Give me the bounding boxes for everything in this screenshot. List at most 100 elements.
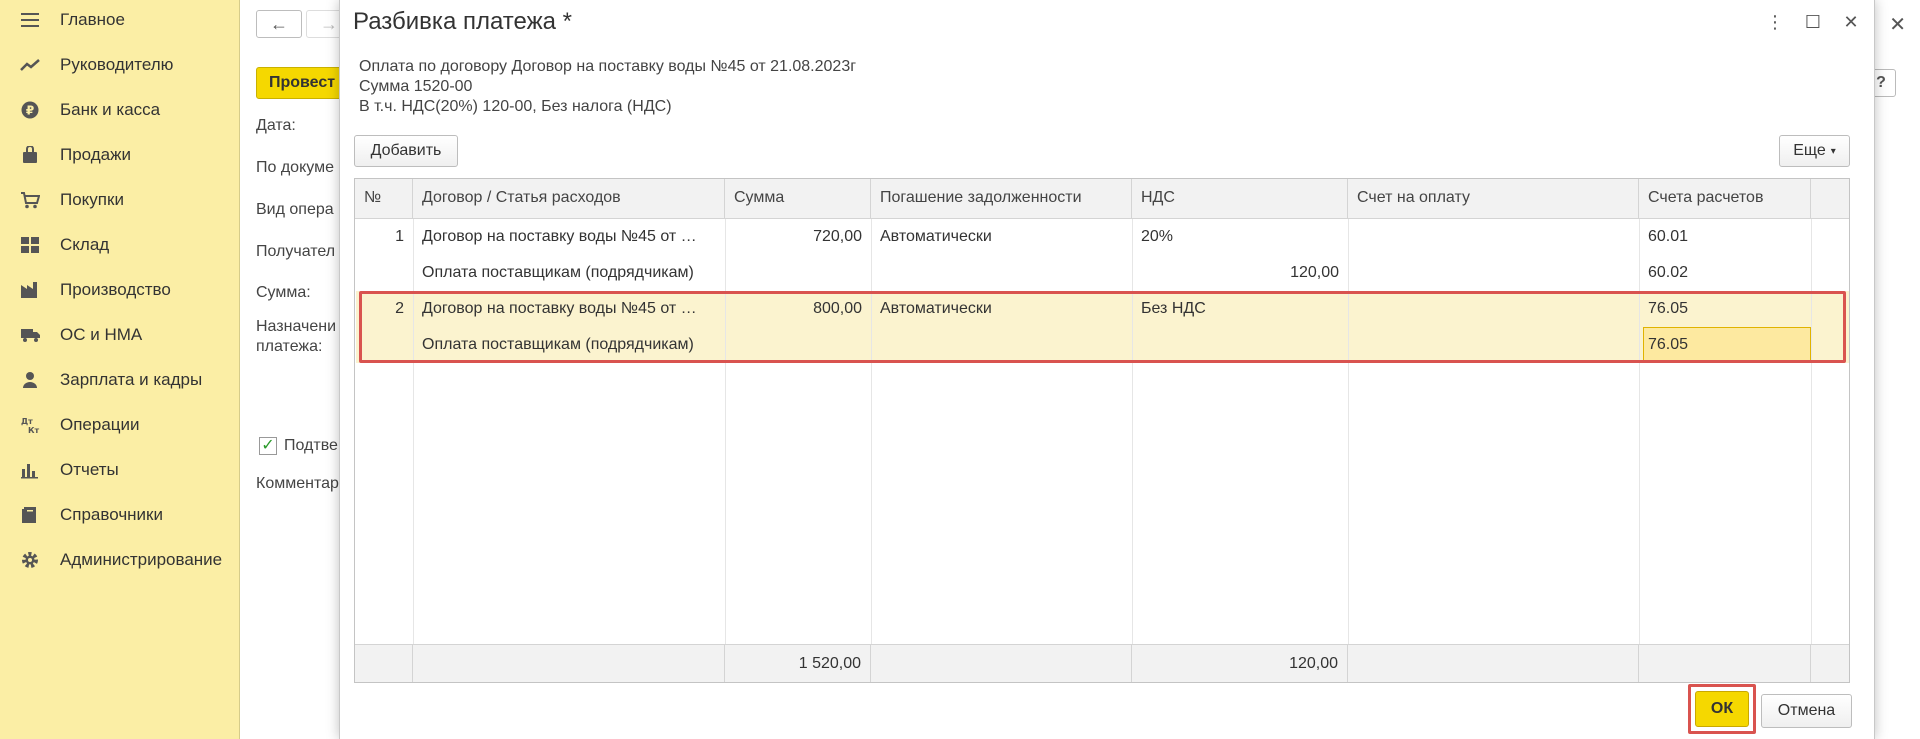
back-button[interactable]: ←: [256, 10, 302, 38]
sidebar-item-bank[interactable]: ₽ Банк и касса: [0, 92, 240, 128]
payment-info-contract: Оплата по договору Договор на поставку в…: [359, 58, 857, 75]
sidebar: Главное Руководителю ₽ Банк и касса Прод…: [0, 0, 240, 739]
date-label: Дата:: [256, 117, 296, 134]
row-invoice: [1348, 219, 1639, 255]
selection-highlight-frame: [359, 291, 1846, 363]
add-button[interactable]: Добавить: [354, 135, 458, 167]
column-header-vat[interactable]: НДС: [1132, 179, 1348, 219]
column-divider: [725, 219, 726, 644]
sidebar-item-production[interactable]: Производство: [0, 272, 240, 308]
truck-icon: [20, 325, 40, 345]
column-header-num[interactable]: №: [355, 179, 413, 219]
sidebar-item-operations[interactable]: Дт Кт Операции: [0, 407, 240, 443]
svg-text:Кт: Кт: [28, 426, 40, 434]
recipient-label: Получател: [256, 243, 336, 260]
confirm-checkbox[interactable]: ✓: [259, 437, 277, 455]
row-account-1: 60.01: [1648, 228, 1689, 245]
column-header-contract[interactable]: Договор / Статья расходов: [413, 179, 725, 219]
row-vat-rate: 20%: [1141, 228, 1174, 245]
total-cell: [1639, 645, 1811, 682]
menu-icon: [20, 10, 40, 30]
sidebar-item-label: Покупки: [60, 190, 124, 209]
document-label: По докуме: [256, 159, 334, 176]
sidebar-item-label: Производство: [60, 280, 171, 299]
column-divider: [1811, 219, 1812, 644]
svg-text:₽: ₽: [26, 104, 34, 118]
more-actions-icon[interactable]: ⋮: [1766, 12, 1784, 33]
sidebar-item-label: Операции: [60, 415, 140, 434]
sidebar-item-references[interactable]: Справочники: [0, 497, 240, 533]
ok-button[interactable]: ОК: [1695, 691, 1749, 727]
sidebar-item-manager[interactable]: Руководителю: [0, 47, 240, 83]
more-button[interactable]: Еще ▾: [1779, 135, 1850, 167]
sidebar-item-label: Администрирование: [60, 550, 223, 569]
cancel-button[interactable]: Отмена: [1761, 694, 1852, 728]
total-cell: [1348, 645, 1639, 682]
sidebar-item-admin[interactable]: Администрирование: [0, 542, 240, 578]
trend-icon: [20, 55, 40, 75]
total-vat: 120,00: [1132, 645, 1348, 682]
column-divider: [1348, 219, 1349, 644]
column-header-invoice[interactable]: Счет на оплату: [1348, 179, 1639, 219]
row-expense-item: Оплата поставщикам (подрядчикам): [422, 264, 694, 281]
row-sum: 720,00: [813, 228, 862, 245]
dtkt-icon: Дт Кт: [20, 415, 40, 435]
column-header-accounts[interactable]: Счета расчетов: [1639, 179, 1811, 219]
chevron-down-icon: ▾: [1830, 145, 1836, 157]
sidebar-item-purchases[interactable]: Покупки: [0, 182, 240, 218]
sidebar-item-main[interactable]: Главное: [0, 2, 240, 38]
maximize-icon[interactable]: ☐: [1804, 12, 1822, 33]
total-cell: [1811, 645, 1849, 682]
split-table: № Договор / Статья расходов Сумма Погаше…: [354, 178, 1850, 683]
total-sum: 1 520,00: [725, 645, 871, 682]
factory-icon: [20, 280, 40, 300]
close-icon[interactable]: ✕: [1889, 12, 1906, 37]
total-cell: [413, 645, 725, 682]
total-cell: [355, 645, 413, 682]
sidebar-item-salary[interactable]: Зарплата и кадры: [0, 362, 240, 398]
column-header-repayment[interactable]: Погашение задолженности: [871, 179, 1132, 219]
row-repayment: Автоматически: [880, 228, 992, 245]
purpose-label: Назначени: [256, 318, 336, 335]
column-header-sum[interactable]: Сумма: [725, 179, 871, 219]
warehouse-icon: [20, 235, 40, 255]
column-divider: [871, 219, 872, 644]
bar-chart-icon: [20, 460, 40, 480]
sidebar-item-label: Руководителю: [60, 55, 174, 74]
bag-icon: [20, 145, 40, 165]
row-vat-sum: 120,00: [1290, 264, 1339, 281]
row-contract: Договор на поставку воды №45 от …: [422, 228, 697, 245]
more-button-label: Еще: [1793, 142, 1826, 159]
ok-highlight-frame: ОК: [1688, 684, 1756, 734]
sidebar-item-sales[interactable]: Продажи: [0, 137, 240, 173]
book-icon: [20, 505, 40, 525]
purpose-label-2: платежа:: [256, 338, 323, 355]
sidebar-item-warehouse[interactable]: Склад: [0, 227, 240, 263]
totals-row: 1 520,00 120,00: [355, 644, 1849, 682]
payment-info-sum: Сумма 1520-00: [359, 78, 473, 95]
sidebar-item-label: Продажи: [60, 145, 131, 164]
sidebar-item-label: Склад: [60, 235, 110, 254]
payment-split-dialog: Разбивка платежа * ⋮ ☐ ✕ Оплата по догов…: [339, 0, 1875, 739]
sidebar-item-label: Банк и касса: [60, 100, 161, 119]
sidebar-item-label: Отчеты: [60, 460, 119, 479]
column-header-extra: [1811, 179, 1849, 219]
row-account-2: 60.02: [1648, 264, 1689, 281]
close-icon[interactable]: ✕: [1842, 12, 1860, 33]
amount-label: Сумма:: [256, 284, 311, 301]
history-nav: ← →: [256, 10, 352, 38]
dialog-title: Разбивка платежа *: [353, 8, 572, 35]
total-cell: [871, 645, 1132, 682]
sidebar-item-assets[interactable]: ОС и НМА: [0, 317, 240, 353]
cart-icon: [20, 190, 40, 210]
svg-text:Дт: Дт: [21, 417, 33, 426]
sidebar-item-reports[interactable]: Отчеты: [0, 452, 240, 488]
payment-info-vat: В т.ч. НДС(20%) 120-00, Без налога (НДС): [359, 98, 672, 115]
sidebar-item-label: Главное: [60, 10, 125, 29]
sidebar-item-label: Справочники: [60, 505, 163, 524]
comment-label: Комментар: [256, 475, 339, 492]
dialog-window-controls: ⋮ ☐ ✕: [1766, 12, 1860, 33]
sidebar-item-label: Зарплата и кадры: [60, 370, 203, 389]
row-num: 1: [395, 228, 404, 245]
sidebar-item-label: ОС и НМА: [60, 325, 143, 344]
